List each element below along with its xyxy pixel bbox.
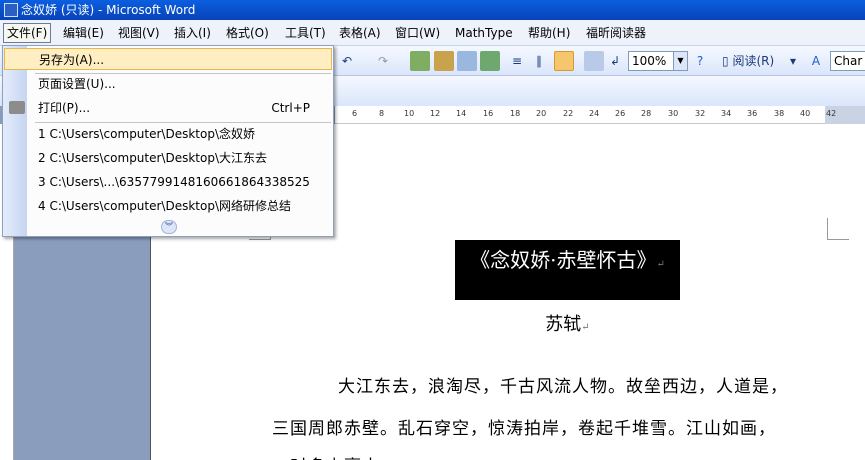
poem-line: 大江东去，浪淘尽，千古风流人物。故垒西边，人道是， — [338, 377, 788, 397]
paragraph-mark-icon: ↵ — [656, 259, 665, 270]
format-painter-icon[interactable]: ↲ — [607, 52, 623, 70]
ruler-tick: 36 — [747, 109, 758, 118]
page-setup-label: 页面设置(U)... — [38, 77, 116, 91]
zoom-value: 100% — [632, 54, 667, 68]
menu-window[interactable]: 窗口(W) — [392, 24, 443, 42]
paragraph-mark-icon: ↵ — [581, 322, 590, 333]
ruler-tick: 28 — [641, 109, 652, 118]
ruler-tick: 14 — [456, 109, 467, 118]
poem-line: 一时多少豪杰。 — [272, 452, 398, 460]
ruler-tick: 40 — [800, 109, 811, 118]
author-text: 苏轼 — [545, 314, 582, 335]
ruler-tick: 6 — [352, 109, 358, 118]
ruler-tick: 32 — [695, 109, 706, 118]
redo-icon[interactable]: ↷ — [373, 52, 393, 70]
horizontal-ruler[interactable]: 6 8 10 12 14 16 18 20 22 24 26 28 30 32 … — [335, 106, 865, 124]
menu-item-print[interactable]: 打印(P)... Ctrl+P — [4, 97, 332, 119]
poem-title: 《念奴娇·赤壁怀古》↵ — [455, 240, 680, 300]
ruler-tick: 18 — [510, 109, 521, 118]
ruler-tick: 42 — [826, 109, 837, 118]
document-map-icon[interactable] — [554, 51, 574, 71]
menu-tools[interactable]: 工具(T) — [282, 24, 329, 42]
columns-icon[interactable]: ≡ — [508, 52, 526, 70]
expand-menu-chevron-icon[interactable]: ︾ — [161, 220, 177, 234]
toolbar-options-icon[interactable]: ▾ — [788, 52, 798, 70]
menu-insert[interactable]: 插入(I) — [171, 24, 214, 42]
undo-icon[interactable]: ↶ — [337, 52, 357, 70]
ruler-tick: 38 — [774, 109, 785, 118]
poem-line: 三国周郎赤壁。乱石穿空，惊涛拍岸，卷起千堆雪。江山如画， — [272, 419, 776, 439]
book-icon: ▯ — [722, 54, 729, 68]
help-icon[interactable]: ? — [692, 52, 708, 70]
menu-table[interactable]: 表格(A) — [336, 24, 384, 42]
recent-file-item[interactable]: 3 C:\Users\...\635779914816066186433852​… — [4, 171, 332, 193]
styles-pane-icon[interactable]: A — [806, 52, 826, 70]
menu-file[interactable]: 文件(F) — [3, 23, 52, 43]
menu-help[interactable]: 帮助(H) — [525, 24, 573, 42]
hyperlink-icon[interactable] — [410, 51, 430, 71]
show-hide-icon[interactable] — [584, 51, 604, 71]
read-button[interactable]: ▯ 阅读(R) — [722, 52, 786, 70]
menu-view[interactable]: 视图(V) — [115, 24, 163, 42]
menu-foxit[interactable]: 福昕阅读器 — [583, 24, 649, 42]
chevron-down-icon[interactable]: ▼ — [673, 52, 687, 70]
print-shortcut: Ctrl+P — [271, 101, 310, 115]
menu-bar: 文件(F) 编辑(E) 视图(V) 插入(I) 格式(O) 工具(T) 表格(A… — [0, 20, 865, 46]
ruler-tick: 20 — [536, 109, 547, 118]
style-select[interactable]: Char — [830, 51, 865, 71]
margin-corner-mark — [827, 218, 849, 240]
recent-file-item[interactable]: 1 C:\Users\computer\Desktop\念奴娇 — [4, 123, 332, 145]
title-bar: 念奴娇 (只读) - Microsoft Word — [0, 0, 865, 20]
poem-title-text: 《念奴娇·赤壁怀古》 — [470, 248, 657, 272]
ruler-tick: 26 — [615, 109, 626, 118]
drawing-icon[interactable]: ∥ — [530, 52, 548, 70]
window-title: 念奴娇 (只读) - Microsoft Word — [21, 3, 196, 17]
tables-borders-icon[interactable] — [434, 51, 454, 71]
ruler-tick: 8 — [379, 109, 385, 118]
menu-edit[interactable]: 编辑(E) — [60, 24, 107, 42]
save-as-label: 另存为(A)... — [39, 53, 105, 67]
zoom-select[interactable]: 100% ▼ — [628, 51, 688, 71]
ruler-tick: 24 — [589, 109, 600, 118]
recent-file-item[interactable]: 4 C:\Users\computer\Desktop\网络研修总结 — [4, 195, 332, 217]
ruler-tick: 34 — [721, 109, 732, 118]
menu-format[interactable]: 格式(O) — [223, 24, 272, 42]
read-label: 阅读(R) — [732, 54, 775, 68]
ruler-tick: 16 — [483, 109, 494, 118]
menu-item-save-as[interactable]: 另存为(A)... — [4, 48, 332, 70]
menu-mathtype[interactable]: MathType — [452, 24, 516, 42]
ruler-tick: 30 — [668, 109, 679, 118]
printer-icon — [9, 101, 25, 114]
file-menu-dropdown: 另存为(A)... 页面设置(U)... 打印(P)... Ctrl+P 1 C… — [2, 45, 334, 237]
insert-excel-icon[interactable] — [480, 51, 500, 71]
insert-table-icon[interactable] — [457, 51, 477, 71]
menu-item-page-setup[interactable]: 页面设置(U)... — [4, 73, 332, 95]
ruler-tick: 10 — [404, 109, 415, 118]
poem-author: 苏轼↵ — [455, 310, 680, 336]
recent-file-item[interactable]: 2 C:\Users\computer\Desktop\大江东去 — [4, 147, 332, 169]
ruler-tick: 22 — [563, 109, 574, 118]
word-app-icon — [4, 3, 18, 17]
print-label: 打印(P)... — [38, 101, 91, 115]
ruler-tick: 12 — [430, 109, 441, 118]
style-value: Char — [834, 54, 863, 68]
